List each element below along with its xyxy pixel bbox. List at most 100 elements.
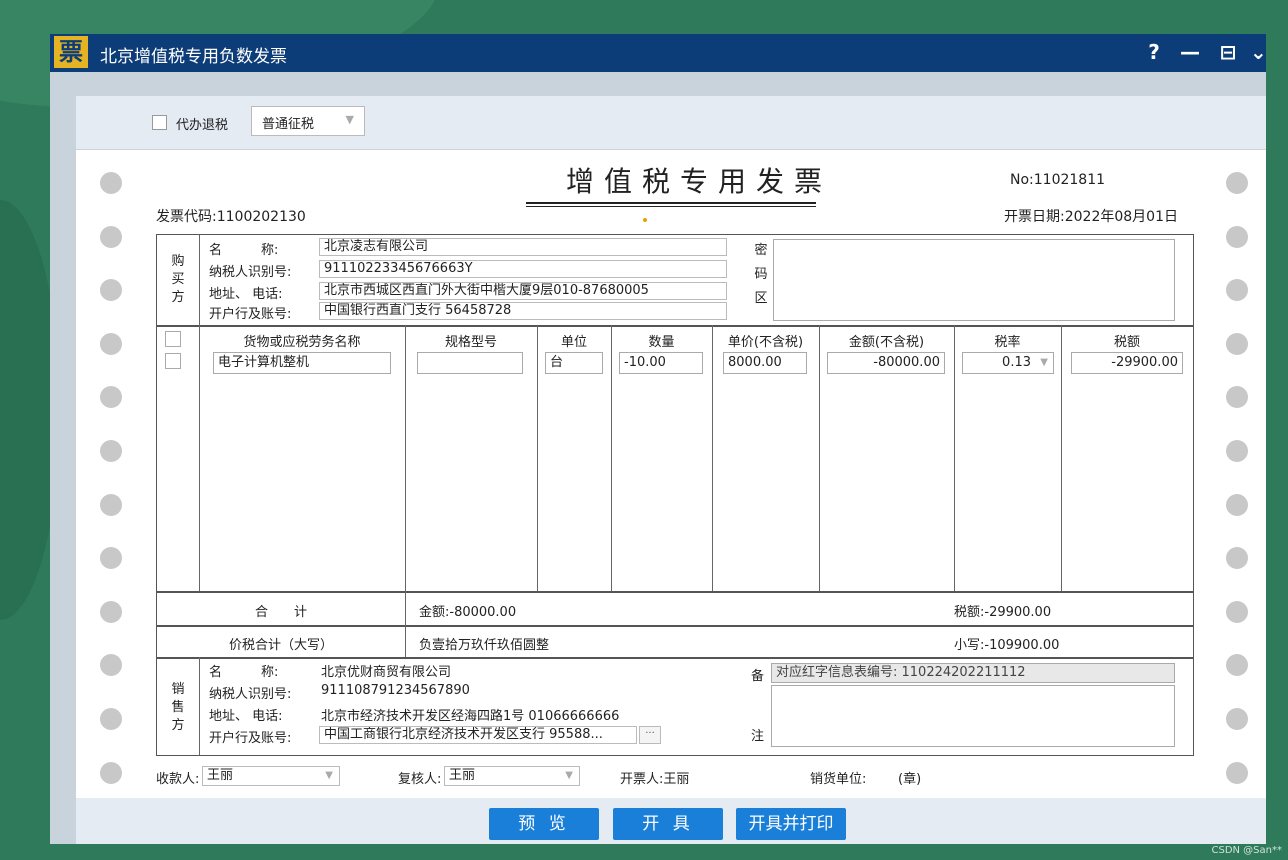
- item-amount-input[interactable]: -80000.00: [827, 352, 945, 374]
- col-header-tax-rate: 税率: [994, 335, 1021, 350]
- buyer-address-label: 地址、 电话:: [209, 287, 283, 302]
- perforation-hole: [1226, 332, 1248, 355]
- seller-address: 北京市经济技术开发区经海四路1号 01066666666: [321, 709, 620, 724]
- perforation-hole: [1226, 279, 1248, 302]
- minimize-icon[interactable]: —: [1176, 38, 1204, 66]
- perforation-hole: [100, 225, 122, 248]
- perforation-hole: [100, 654, 122, 677]
- chevron-down-icon: ▼: [325, 770, 333, 781]
- title-underline: [526, 206, 816, 207]
- seller-unit-label: 销货单位:: [810, 772, 867, 787]
- perforation-hole: [100, 332, 122, 355]
- perforation-hole: [100, 761, 122, 784]
- buyer-section-label: 购买方: [171, 254, 185, 305]
- seller-name-label: 名 称:: [209, 665, 279, 680]
- payee-value: 王丽: [207, 768, 234, 783]
- issuer-label: 开票人:王丽: [620, 772, 690, 787]
- perforation-hole: [100, 600, 122, 623]
- watermark: CSDN @San**: [1211, 845, 1282, 856]
- item-spec-input[interactable]: [417, 352, 523, 374]
- remark-label: 注: [751, 729, 765, 744]
- cipher-area-label: 密码区: [754, 243, 768, 306]
- reviewer-select[interactable]: 王丽 ▼: [444, 766, 580, 786]
- perforation-hole: [1226, 172, 1248, 194]
- invoice-window: 票 北京增值税专用负数发票 ? — ⊟ ⌄ 代办退税 普通征税 ▼ 增值税专用发…: [50, 34, 1266, 844]
- col-header-tax: 税额: [1113, 335, 1140, 350]
- total-words-label: 价税合计（大写）: [228, 638, 333, 653]
- tax-type-value: 普通征税: [262, 117, 315, 132]
- reviewer-value: 王丽: [449, 768, 476, 783]
- sum-amount: 金额:-80000.00: [419, 605, 517, 620]
- item-tax-input[interactable]: -29900.00: [1071, 352, 1183, 374]
- perforation-hole: [1226, 386, 1248, 409]
- seal-label: (章): [898, 772, 922, 787]
- help-icon[interactable]: ?: [1140, 38, 1168, 66]
- buyer-taxid-label: 纳税人识别号:: [209, 265, 292, 280]
- item-name-input[interactable]: 电子计算机整机: [213, 352, 391, 374]
- issue-and-print-button[interactable]: 开具并打印: [736, 808, 846, 840]
- buyer-taxid-field[interactable]: 91110223345676663Y: [319, 260, 727, 278]
- preview-button[interactable]: 预 览: [489, 808, 599, 840]
- chevron-down-icon: ▼: [565, 770, 573, 781]
- perforation-hole: [1226, 761, 1248, 784]
- buyer-bank-label: 开户行及账号:: [209, 307, 292, 322]
- invoice-grid: 购买方 名 称: 纳税人识别号: 地址、 电话: 开户行及账号: 北京凌志有限公…: [156, 234, 1194, 756]
- title-underline: [526, 202, 816, 204]
- invoice-title: 增值税专用发票: [565, 165, 832, 198]
- tax-type-select[interactable]: 普通征税 ▼: [251, 106, 365, 136]
- perforation-hole: [100, 493, 122, 516]
- close-icon[interactable]: ⌄: [1250, 38, 1266, 66]
- perforation-hole: [1226, 225, 1248, 248]
- invoice-number: No:11021811: [1010, 172, 1106, 188]
- total-small: 小写:-109900.00: [954, 638, 1060, 653]
- perforation-hole: [100, 708, 122, 730]
- item-unit-input[interactable]: 台: [545, 352, 603, 374]
- buyer-name-label: 名 称:: [209, 243, 279, 258]
- perforation-hole: [1226, 600, 1248, 623]
- agent-refund-checkbox[interactable]: [152, 115, 167, 130]
- perforation-hole: [100, 547, 122, 570]
- col-header-spec: 规格型号: [444, 335, 497, 350]
- payee-select[interactable]: 王丽 ▼: [202, 766, 340, 786]
- perforation-hole: [100, 279, 122, 302]
- chevron-down-icon: ▼: [345, 113, 354, 126]
- seller-address-label: 地址、 电话:: [209, 709, 283, 724]
- reviewer-label: 复核人:: [398, 772, 442, 787]
- item-tax-rate-select[interactable]: 0.13 ▼: [962, 352, 1054, 374]
- seller-taxid: 911108791234567890: [321, 683, 470, 698]
- seller-section-label: 销售方: [171, 682, 185, 733]
- cipher-area: [773, 239, 1175, 321]
- buyer-bank-field[interactable]: 中国银行西直门支行 56458728: [319, 302, 727, 320]
- perforation-hole: [1226, 440, 1248, 462]
- seller-bank-field[interactable]: 中国工商银行北京经济技术开发区支行 95588...: [319, 726, 637, 744]
- col-header-unit: 单位: [560, 335, 587, 350]
- remark-textarea[interactable]: [771, 685, 1175, 747]
- perforation-hole: [100, 172, 122, 194]
- select-all-checkbox[interactable]: [165, 331, 181, 347]
- options-bar: 代办退税 普通征税 ▼: [76, 96, 1266, 150]
- agent-refund-label: 代办退税: [176, 118, 229, 133]
- perforation-hole: [1226, 708, 1248, 730]
- chevron-down-icon: ▼: [1040, 357, 1048, 368]
- invoice-paper: 增值税专用发票 No:11021811 发票代码:1100202130 开票日期…: [76, 150, 1266, 798]
- perforation-hole: [100, 440, 122, 462]
- window-title: 北京增值税专用负数发票: [100, 47, 287, 67]
- issue-button[interactable]: 开 具: [613, 808, 723, 840]
- item-unit-price-input[interactable]: 8000.00: [723, 352, 807, 374]
- sum-label: 合 计: [254, 605, 307, 620]
- buyer-address-field[interactable]: 北京市西城区西直门外大街中楷大厦9层010-87680005: [319, 282, 727, 300]
- perforation-hole: [1226, 654, 1248, 677]
- maximize-icon[interactable]: ⊟: [1214, 38, 1242, 66]
- row-checkbox[interactable]: [165, 353, 181, 369]
- col-header-name: 货物或应税劳务名称: [243, 335, 361, 350]
- more-options-icon[interactable]: ···: [639, 726, 661, 744]
- perforation-hole: [1226, 547, 1248, 570]
- payee-label: 收款人:: [156, 772, 200, 787]
- seller-name: 北京优财商贸有限公司: [321, 665, 452, 680]
- item-quantity-input[interactable]: -10.00: [619, 352, 703, 374]
- perforation-hole: [1226, 493, 1248, 516]
- remark-label: 备: [751, 669, 765, 684]
- invoice-date: 开票日期:2022年08月01日: [1004, 209, 1178, 225]
- col-header-quantity: 数量: [648, 335, 675, 350]
- buyer-name-field[interactable]: 北京凌志有限公司: [319, 238, 727, 256]
